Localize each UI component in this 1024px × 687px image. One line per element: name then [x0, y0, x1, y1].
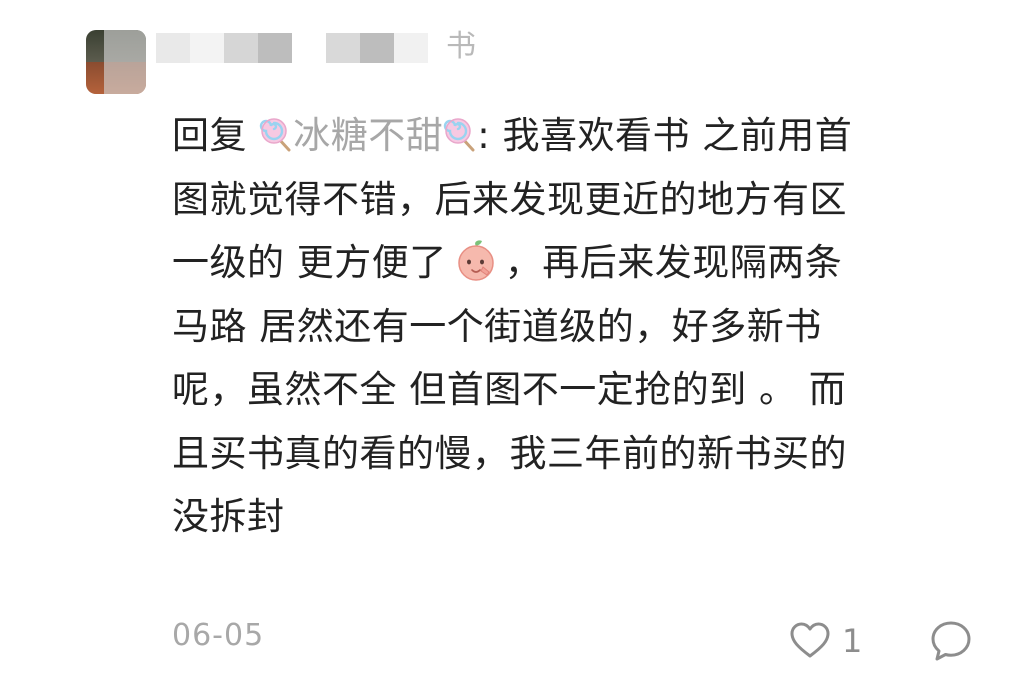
mosaic-block — [224, 33, 258, 63]
like-button[interactable]: 1 — [788, 618, 862, 664]
reply-target-username[interactable]: 冰糖不甜 — [293, 114, 443, 157]
peach-emoji-icon — [458, 240, 494, 281]
mosaic-block — [258, 33, 292, 63]
comment-line-1-rest: : 我喜欢看书 之前用首 — [477, 114, 853, 157]
mosaic-block — [394, 33, 428, 63]
mosaic-block — [292, 33, 326, 63]
username-tail: 书 — [446, 29, 476, 64]
comment-line-5: 呢，虽然不全 但首图不一定抢的到 。 而 — [172, 368, 847, 411]
mosaic-block — [326, 33, 360, 63]
comment-line-3-after: ，再后来发现隔两条 — [504, 241, 843, 284]
heart-outline-icon[interactable] — [788, 619, 832, 663]
comment-line-3: 一级的 更方便了 ，再后来发现隔两条 — [172, 231, 972, 295]
comment-line-6: 且买书真的看的慢，我三年前的新书买的 — [172, 431, 847, 475]
comment-line-7: 没拆封 — [172, 495, 285, 538]
mosaic-block — [190, 33, 224, 63]
username-mosaic[interactable] — [156, 33, 428, 63]
comment-line-4: 马路 居然还有一个街道级的，好多新书 — [172, 304, 822, 348]
mosaic-block — [360, 33, 394, 63]
comment-line-1: 回复 冰糖不甜 : 我喜欢看书 之前用首 — [172, 104, 972, 168]
comment-line-2: 图就觉得不错，后来发现更近的地方有区 — [172, 177, 847, 221]
mosaic-block — [156, 33, 190, 63]
comment-card: 书 回复 冰糖不甜 : 我喜欢看书 之前用首 图就觉得不错，后来发现更近的地方有… — [0, 0, 1024, 687]
comment-date: 06-05 — [172, 618, 265, 653]
lollipop-icon — [444, 118, 475, 152]
speech-bubble-icon[interactable] — [928, 618, 974, 664]
comment-line-3-before: 一级的 更方便了 — [172, 241, 447, 284]
lollipop-icon — [260, 118, 291, 152]
avatar[interactable] — [86, 30, 146, 94]
avatar-blur — [104, 30, 146, 94]
reply-button[interactable] — [928, 618, 974, 668]
reply-prefix: 回复 — [172, 114, 247, 157]
comment-text: 回复 冰糖不甜 : 我喜欢看书 之前用首 图就觉得不错，后来发现更近的地方有区 … — [172, 104, 972, 549]
like-count: 1 — [842, 622, 863, 660]
